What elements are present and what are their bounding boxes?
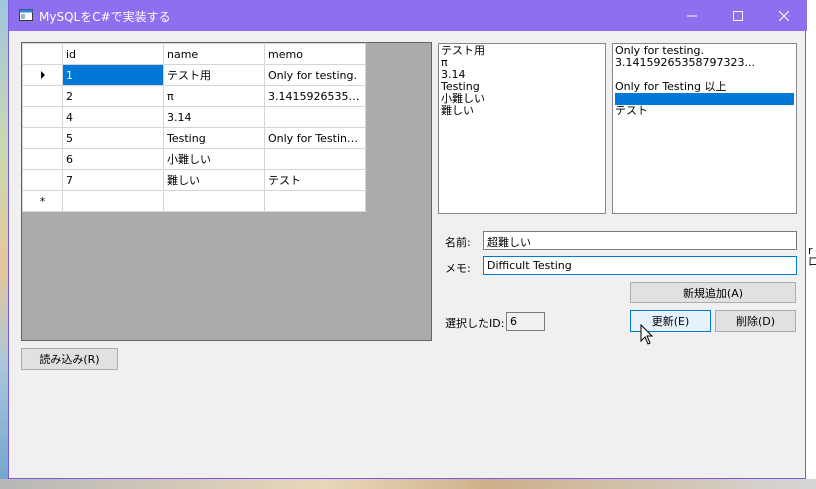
list-item[interactable]: テスト用: [441, 45, 603, 57]
app-icon: [19, 9, 33, 21]
grid-corner-header[interactable]: [22, 43, 63, 65]
grid-cell-id[interactable]: 6: [62, 148, 164, 170]
list-item[interactable]: 3.14: [441, 69, 603, 81]
list-item[interactable]: π: [441, 57, 603, 69]
table-row[interactable]: 4 3.14: [22, 106, 366, 128]
list-item[interactable]: Testing: [441, 81, 603, 93]
table-row[interactable]: 2 π 3.14159265358797323...: [22, 85, 366, 107]
close-button[interactable]: [761, 0, 807, 31]
row-header[interactable]: [22, 85, 63, 107]
memo-listbox[interactable]: Only for testing. 3.14159265358797323...…: [612, 43, 797, 214]
list-item[interactable]: [615, 69, 794, 81]
grid-cell-name[interactable]: テスト用: [163, 64, 265, 86]
desktop-background-bottom: [0, 479, 816, 489]
grid-cell-name[interactable]: Testing: [163, 127, 265, 149]
grid-cell-memo[interactable]: [264, 148, 366, 170]
desktop-right-text: r ロ: [808, 245, 816, 267]
list-item[interactable]: テスト: [615, 105, 794, 117]
grid-cell-memo[interactable]: Only for testing.: [264, 64, 366, 86]
grid-cell-id[interactable]: 7: [62, 169, 164, 191]
new-row[interactable]: *: [22, 190, 366, 212]
grid-cell-memo[interactable]: [264, 190, 366, 212]
new-row-marker[interactable]: *: [22, 190, 63, 212]
row-header-current[interactable]: [22, 64, 63, 86]
window-title: MySQLをC#で実装する: [39, 10, 171, 24]
selected-id-label: 選択したID:: [445, 317, 505, 330]
main-window: MySQLをC#で実装する id name memo 1 テスト用 Only f…: [8, 0, 807, 479]
row-header[interactable]: [22, 127, 63, 149]
name-label: 名前:: [445, 236, 471, 249]
table-row[interactable]: 7 難しい テスト: [22, 169, 366, 191]
desktop-background-left: [0, 0, 8, 489]
list-item[interactable]: Only for Testing 以上: [615, 81, 794, 93]
mouse-cursor-icon: [640, 324, 654, 345]
grid-header-memo[interactable]: memo: [264, 43, 366, 65]
row-header[interactable]: [22, 148, 63, 170]
grid-cell-id[interactable]: 2: [62, 85, 164, 107]
table-row[interactable]: 1 テスト用 Only for testing.: [22, 64, 366, 86]
list-item[interactable]: 小難しい: [441, 93, 603, 105]
grid-cell-id[interactable]: 1: [62, 64, 164, 86]
title-bar[interactable]: MySQLをC#で実装する: [9, 0, 807, 31]
memo-field[interactable]: Difficult Testing: [483, 256, 797, 275]
table-row[interactable]: 5 Testing Only for Testing 以上: [22, 127, 366, 149]
name-listbox[interactable]: テスト用 π 3.14 Testing 小難しい 難しい: [438, 43, 606, 214]
row-header[interactable]: [22, 169, 63, 191]
grid-cell-name[interactable]: π: [163, 85, 265, 107]
grid-cell-id[interactable]: [62, 190, 164, 212]
list-item[interactable]: 難しい: [441, 105, 603, 117]
grid-cell-memo[interactable]: テスト: [264, 169, 366, 191]
grid-cell-memo[interactable]: [264, 106, 366, 128]
add-button[interactable]: 新規追加(A): [630, 282, 796, 303]
grid-cell-name[interactable]: 難しい: [163, 169, 265, 191]
data-grid[interactable]: id name memo 1 テスト用 Only for testing. 2 …: [21, 42, 432, 341]
row-header[interactable]: [22, 106, 63, 128]
maximize-button[interactable]: [715, 0, 761, 31]
table-row[interactable]: 6 小難しい: [22, 148, 366, 170]
maximize-icon: [733, 10, 743, 21]
grid-cell-id[interactable]: 5: [62, 127, 164, 149]
grid-cell-memo[interactable]: 3.14159265358797323...: [264, 85, 366, 107]
load-button[interactable]: 読み込み(R): [21, 348, 118, 370]
list-item[interactable]: Only for testing.: [615, 45, 794, 57]
grid-header-id[interactable]: id: [62, 43, 164, 65]
list-item[interactable]: 3.14159265358797323...: [615, 57, 794, 69]
grid-header-row: id name memo: [22, 43, 366, 65]
name-field[interactable]: 超難しい: [483, 231, 797, 250]
grid-cell-name[interactable]: 小難しい: [163, 148, 265, 170]
data-grid-table: id name memo 1 テスト用 Only for testing. 2 …: [22, 43, 366, 212]
form-content: id name memo 1 テスト用 Only for testing. 2 …: [9, 31, 807, 479]
grid-header-name[interactable]: name: [163, 43, 265, 65]
selected-id-field[interactable]: 6: [506, 312, 545, 331]
close-icon: [779, 10, 789, 21]
grid-cell-id[interactable]: 4: [62, 106, 164, 128]
list-item-selected[interactable]: [615, 93, 794, 105]
grid-cell-name[interactable]: 3.14: [163, 106, 265, 128]
memo-label: メモ:: [445, 262, 471, 275]
grid-cell-name[interactable]: [163, 190, 265, 212]
minimize-icon: [687, 15, 697, 16]
delete-button[interactable]: 削除(D): [715, 310, 796, 332]
current-row-arrow-icon: [40, 70, 45, 79]
minimize-button[interactable]: [669, 0, 715, 31]
grid-cell-memo[interactable]: Only for Testing 以上: [264, 127, 366, 149]
